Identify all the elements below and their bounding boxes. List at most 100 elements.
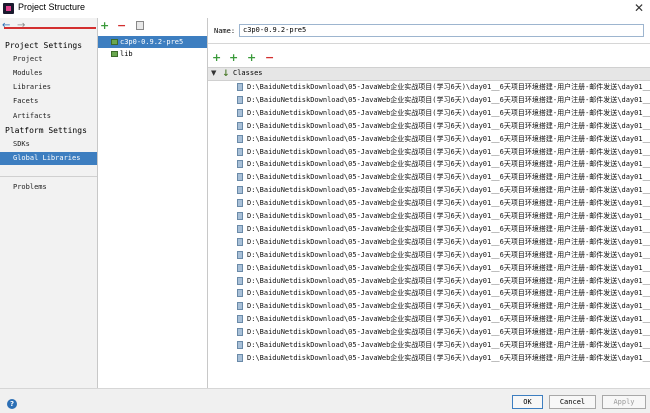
class-path-row[interactable]: D:\BaiduNetdiskDownload\05-JavaWeb企业实战项目…: [237, 249, 650, 261]
class-path-text: D:\BaiduNetdiskDownload\05-JavaWeb企业实战项目…: [247, 147, 650, 156]
jar-file-icon: [237, 276, 243, 285]
class-path-text: D:\BaiduNetdiskDownload\05-JavaWeb企业实战项目…: [247, 83, 650, 91]
apply-button[interactable]: Apply: [602, 395, 646, 409]
jar-file-icon: [237, 199, 243, 208]
settings-nav-panel: ← → Project Settings Project Modules Lib…: [0, 18, 98, 388]
class-path-text: D:\BaiduNetdiskDownload\05-JavaWeb企业实战项目…: [247, 160, 650, 169]
jar-file-icon: [237, 315, 243, 324]
nav-item-global-libraries[interactable]: Global Libraries: [0, 152, 97, 165]
remove-library-icon[interactable]: −: [117, 19, 126, 32]
add-class-icon[interactable]: +: [212, 51, 221, 64]
library-item-c3p0[interactable]: c3p0-0.9.2-pre5: [98, 36, 207, 48]
nav-item-project[interactable]: Project: [0, 53, 97, 66]
class-path-row[interactable]: D:\BaiduNetdiskDownload\05-JavaWeb企业实战项目…: [237, 81, 650, 93]
class-path-row[interactable]: D:\BaiduNetdiskDownload\05-JavaWeb企业实战项目…: [237, 171, 650, 183]
details-separator: [208, 43, 650, 44]
jar-file-icon: [237, 250, 243, 259]
class-path-text: D:\BaiduNetdiskDownload\05-JavaWeb企业实战项目…: [247, 302, 650, 311]
ok-button[interactable]: OK: [512, 395, 543, 409]
add-jar-icon[interactable]: +: [229, 51, 238, 64]
jar-file-icon: [237, 95, 243, 104]
help-icon[interactable]: ?: [7, 399, 17, 409]
class-path-row[interactable]: D:\BaiduNetdiskDownload\05-JavaWeb企业实战项目…: [237, 313, 650, 325]
class-path-text: D:\BaiduNetdiskDownload\05-JavaWeb企业实战项目…: [247, 212, 650, 220]
project-settings-header: Project Settings: [5, 41, 83, 50]
jar-file-icon: [237, 263, 243, 272]
class-path-row[interactable]: D:\BaiduNetdiskDownload\05-JavaWeb企业实战项目…: [237, 236, 650, 248]
class-path-row[interactable]: D:\BaiduNetdiskDownload\05-JavaWeb企业实战项目…: [237, 158, 650, 170]
class-path-text: D:\BaiduNetdiskDownload\05-JavaWeb企业实战项目…: [247, 224, 650, 233]
library-details-panel: Name: c3p0-0.9.2-pre5 + + + − ▼ ↓ Classe…: [208, 18, 650, 388]
library-item-lib[interactable]: lib: [98, 48, 207, 60]
jar-file-icon: [237, 212, 243, 220]
class-path-row[interactable]: D:\BaiduNetdiskDownload\05-JavaWeb企业实战项目…: [237, 146, 650, 158]
class-path-row[interactable]: D:\BaiduNetdiskDownload\05-JavaWeb企业实战项目…: [237, 223, 650, 235]
classes-node[interactable]: ▼ ↓ Classes: [208, 67, 650, 81]
library-name-field[interactable]: c3p0-0.9.2-pre5: [239, 24, 644, 37]
jar-file-icon: [237, 341, 243, 349]
remove-class-icon[interactable]: −: [265, 51, 274, 64]
nav-item-libraries[interactable]: Libraries: [0, 81, 97, 94]
chevron-down-icon[interactable]: ▼: [211, 69, 216, 77]
attach-jar-icon[interactable]: +: [247, 51, 256, 64]
nav-item-modules[interactable]: Modules: [0, 67, 97, 80]
jar-file-icon: [237, 160, 243, 169]
class-path-row[interactable]: D:\BaiduNetdiskDownload\05-JavaWeb企业实战项目…: [237, 184, 650, 196]
jar-file-icon: [237, 237, 243, 246]
jar-file-icon: [237, 224, 243, 233]
nav-item-artifacts[interactable]: Artifacts: [0, 110, 97, 123]
window-title: Project Structure: [18, 2, 86, 12]
class-path-row[interactable]: D:\BaiduNetdiskDownload\05-JavaWeb企业实战项目…: [237, 94, 650, 106]
class-path-text: D:\BaiduNetdiskDownload\05-JavaWeb企业实战项目…: [247, 237, 650, 246]
class-path-text: D:\BaiduNetdiskDownload\05-JavaWeb企业实战项目…: [247, 263, 650, 272]
class-path-text: D:\BaiduNetdiskDownload\05-JavaWeb企业实战项目…: [247, 95, 650, 104]
jar-file-icon: [237, 353, 243, 362]
nav-item-facets[interactable]: Facets: [0, 95, 97, 108]
jar-file-icon: [237, 186, 243, 195]
nav-divider: [0, 176, 97, 177]
jar-file-icon: [237, 83, 243, 91]
name-label: Name:: [214, 27, 236, 35]
class-path-text: D:\BaiduNetdiskDownload\05-JavaWeb企业实战项目…: [247, 341, 650, 349]
class-path-text: D:\BaiduNetdiskDownload\05-JavaWeb企业实战项目…: [247, 315, 650, 324]
jar-file-icon: [237, 147, 243, 156]
class-path-row[interactable]: D:\BaiduNetdiskDownload\05-JavaWeb企业实战项目…: [237, 275, 650, 287]
class-path-text: D:\BaiduNetdiskDownload\05-JavaWeb企业实战项目…: [247, 199, 650, 208]
class-path-row[interactable]: D:\BaiduNetdiskDownload\05-JavaWeb企业实战项目…: [237, 326, 650, 338]
class-path-row[interactable]: D:\BaiduNetdiskDownload\05-JavaWeb企业实战项目…: [237, 120, 650, 132]
class-path-row[interactable]: D:\BaiduNetdiskDownload\05-JavaWeb企业实战项目…: [237, 339, 650, 351]
jar-file-icon: [237, 134, 243, 143]
copy-icon[interactable]: [136, 21, 144, 30]
library-list-panel: + − c3p0-0.9.2-pre5 lib: [98, 18, 208, 388]
title-bar: Project Structure ✕: [0, 0, 650, 19]
cancel-button[interactable]: Cancel: [549, 395, 596, 409]
nav-item-problems[interactable]: Problems: [0, 181, 97, 194]
class-path-row[interactable]: D:\BaiduNetdiskDownload\05-JavaWeb企业实战项目…: [237, 197, 650, 209]
class-path-text: D:\BaiduNetdiskDownload\05-JavaWeb企业实战项目…: [247, 276, 650, 285]
class-path-row[interactable]: D:\BaiduNetdiskDownload\05-JavaWeb企业实战项目…: [237, 107, 650, 119]
class-path-row[interactable]: D:\BaiduNetdiskDownload\05-JavaWeb企业实战项目…: [237, 133, 650, 145]
class-path-text: D:\BaiduNetdiskDownload\05-JavaWeb企业实战项目…: [247, 250, 650, 259]
dialog-button-bar: ? OK Cancel Apply: [0, 388, 650, 413]
class-path-row[interactable]: D:\BaiduNetdiskDownload\05-JavaWeb企业实战项目…: [237, 300, 650, 312]
class-path-text: D:\BaiduNetdiskDownload\05-JavaWeb企业实战项目…: [247, 108, 650, 117]
class-path-text: D:\BaiduNetdiskDownload\05-JavaWeb企业实战项目…: [247, 134, 650, 143]
nav-item-sdks[interactable]: SDKs: [0, 138, 97, 151]
jar-file-icon: [237, 173, 243, 182]
class-path-row[interactable]: D:\BaiduNetdiskDownload\05-JavaWeb企业实战项目…: [237, 210, 650, 222]
close-icon[interactable]: ✕: [634, 1, 644, 15]
library-list: c3p0-0.9.2-pre5 lib: [98, 36, 207, 60]
library-icon: [111, 39, 118, 45]
jar-file-icon: [237, 289, 243, 298]
forward-arrow-icon[interactable]: →: [17, 20, 25, 31]
back-arrow-icon[interactable]: ←: [2, 20, 10, 31]
class-path-row[interactable]: D:\BaiduNetdiskDownload\05-JavaWeb企业实战项目…: [237, 287, 650, 299]
class-path-text: D:\BaiduNetdiskDownload\05-JavaWeb企业实战项目…: [247, 289, 650, 298]
class-path-row[interactable]: D:\BaiduNetdiskDownload\05-JavaWeb企业实战项目…: [237, 262, 650, 274]
classes-root-icon: ↓: [222, 69, 230, 79]
class-path-row[interactable]: D:\BaiduNetdiskDownload\05-JavaWeb企业实战项目…: [237, 352, 650, 364]
class-path-text: D:\BaiduNetdiskDownload\05-JavaWeb企业实战项目…: [247, 328, 650, 337]
add-library-icon[interactable]: +: [100, 19, 109, 32]
jar-file-icon: [237, 121, 243, 130]
class-path-text: D:\BaiduNetdiskDownload\05-JavaWeb企业实战项目…: [247, 353, 650, 362]
